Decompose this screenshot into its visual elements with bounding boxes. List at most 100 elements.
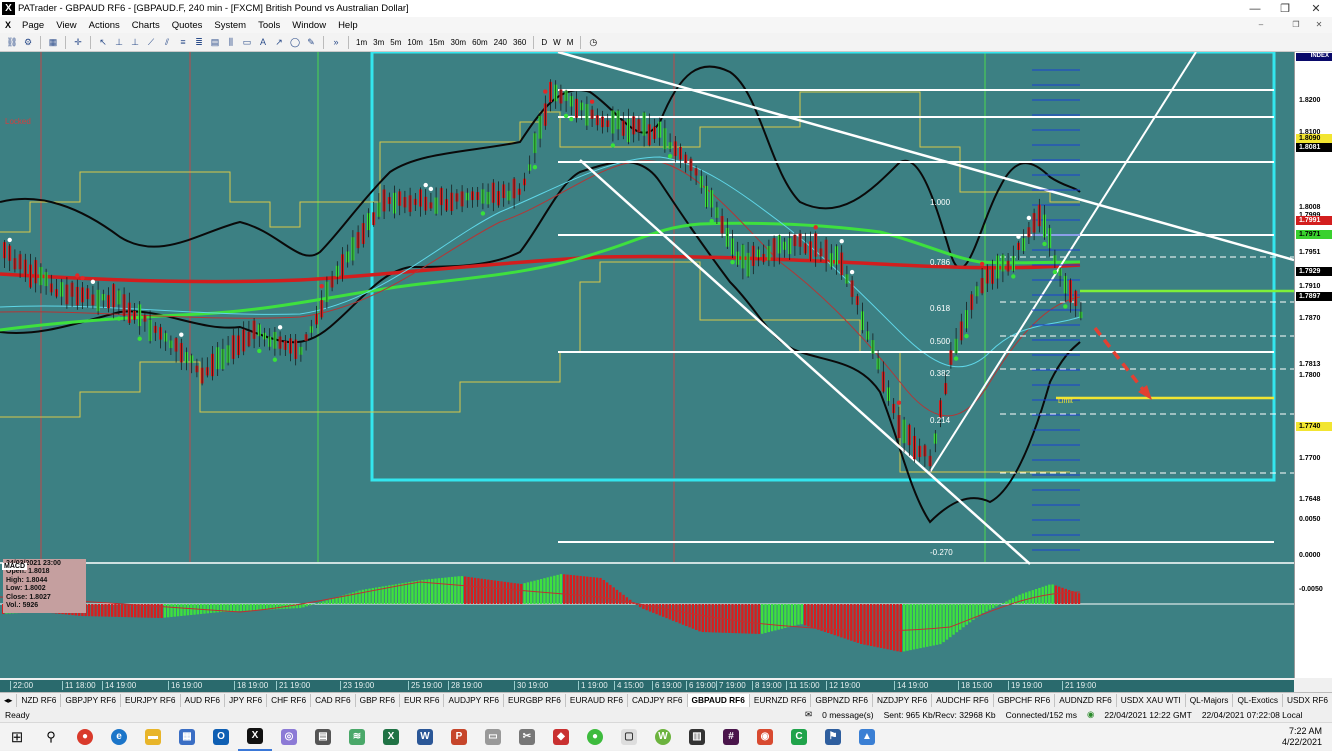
taskbar-app-chart[interactable]: ▥ bbox=[680, 723, 714, 751]
fib-tool-icon[interactable]: ≡ bbox=[176, 35, 190, 49]
mdi-close-button[interactable]: ✕ bbox=[1308, 18, 1330, 31]
hline-tool-icon[interactable]: ⊥ bbox=[112, 35, 126, 49]
search-button[interactable]: ⚲ bbox=[34, 723, 68, 751]
taskbar-app-white[interactable]: ▢ bbox=[612, 723, 646, 751]
gann-tool-icon[interactable]: ▤ bbox=[208, 35, 222, 49]
symbol-tab[interactable]: GBPAUD RF6 bbox=[688, 694, 750, 707]
timeframe-360[interactable]: 360 bbox=[510, 38, 529, 47]
crosshair-icon[interactable]: ✛ bbox=[71, 35, 85, 49]
symbol-tab[interactable]: JPY RF6 bbox=[225, 694, 267, 707]
taskbar-app-purple[interactable]: ◎ bbox=[272, 723, 306, 751]
taskbar-snip[interactable]: ✂ bbox=[510, 723, 544, 751]
vline-tool-icon[interactable]: ⊥ bbox=[128, 35, 142, 49]
rectangle-tool-icon[interactable]: ▭ bbox=[240, 35, 254, 49]
symbol-tab[interactable]: AUD RF6 bbox=[181, 694, 226, 707]
messages-icon[interactable]: ✉ bbox=[800, 709, 817, 720]
symbol-tab[interactable]: GBP RF6 bbox=[356, 694, 400, 707]
menu-window[interactable]: Window bbox=[286, 20, 332, 31]
symbol-tab[interactable]: GBPCHF RF6 bbox=[994, 694, 1056, 707]
symbol-tab[interactable]: USDX RF6 bbox=[1283, 694, 1332, 707]
chart-canvas[interactable]: Locked 1.000 0.786 0.618 0.500 0.382 0.2… bbox=[0, 52, 1332, 678]
fib-ext-tool-icon[interactable]: ≣ bbox=[192, 35, 206, 49]
symbol-tab[interactable]: AUDJPY RF6 bbox=[444, 694, 504, 707]
menu-system[interactable]: System bbox=[208, 20, 252, 31]
symbol-tab[interactable]: CHF RF6 bbox=[267, 694, 311, 707]
period-weekly[interactable]: W bbox=[550, 38, 564, 47]
delete-drawing-icon[interactable]: ✎ bbox=[304, 35, 318, 49]
menu-view[interactable]: View bbox=[50, 20, 82, 31]
taskbar-app-green[interactable]: ≋ bbox=[340, 723, 374, 751]
taskbar-app-photo[interactable]: ▲ bbox=[850, 723, 884, 751]
taskbar-patrader[interactable]: X bbox=[238, 723, 272, 751]
symbol-tab[interactable]: AUDNZD RF6 bbox=[1055, 694, 1117, 707]
symbol-tab[interactable]: GBPJPY RF6 bbox=[61, 694, 121, 707]
text-tool-icon[interactable]: A bbox=[256, 35, 270, 49]
timeframe-15m[interactable]: 15m bbox=[426, 38, 448, 47]
taskbar-slack[interactable]: # bbox=[714, 723, 748, 751]
symbol-tab[interactable]: EURAUD RF6 bbox=[566, 694, 628, 707]
menu-help[interactable]: Help bbox=[332, 20, 364, 31]
timeframe-30m[interactable]: 30m bbox=[448, 38, 470, 47]
mdi-restore-button[interactable]: ❐ bbox=[1285, 18, 1307, 31]
menu-quotes[interactable]: Quotes bbox=[166, 20, 209, 31]
timeframe-10m[interactable]: 10m bbox=[404, 38, 426, 47]
menu-page[interactable]: Page bbox=[16, 20, 50, 31]
time-axis[interactable]: 22:0011 18:0014 19:0016 19:0018 19:0021 … bbox=[0, 680, 1294, 692]
taskbar-calculator[interactable]: ▤ bbox=[306, 723, 340, 751]
symbol-tab[interactable]: NZDJPY RF6 bbox=[873, 694, 932, 707]
arrow-tool-icon[interactable]: ↗ bbox=[272, 35, 286, 49]
taskbar-notepad[interactable]: ▭ bbox=[476, 723, 510, 751]
taskbar-excel[interactable]: X bbox=[374, 723, 408, 751]
pointer-icon[interactable]: ↖ bbox=[96, 35, 110, 49]
taskbar-app-flag[interactable]: ⚑ bbox=[816, 723, 850, 751]
price-chart-svg[interactable] bbox=[0, 52, 1294, 678]
taskbar-store[interactable]: ▦ bbox=[170, 723, 204, 751]
symbol-tab[interactable]: CAD RF6 bbox=[311, 694, 356, 707]
close-button[interactable]: ✕ bbox=[1301, 0, 1331, 17]
symbol-tab[interactable]: NZD RF6 bbox=[17, 694, 61, 707]
channel-tool-icon[interactable]: ⫽ bbox=[160, 35, 174, 49]
menu-actions[interactable]: Actions bbox=[83, 20, 126, 31]
taskbar-app-red[interactable]: ◆ bbox=[544, 723, 578, 751]
status-messages[interactable]: 0 message(s) bbox=[817, 710, 879, 720]
period-daily[interactable]: D bbox=[538, 38, 550, 47]
symbol-tab[interactable]: EURJPY RF6 bbox=[121, 694, 181, 707]
symbol-tab[interactable]: USDX XAU WTI bbox=[1117, 694, 1186, 707]
taskbar-app-green2[interactable]: ● bbox=[578, 723, 612, 751]
menu-tools[interactable]: Tools bbox=[252, 20, 286, 31]
timeframe-3m[interactable]: 3m bbox=[370, 38, 387, 47]
minimize-button[interactable]: — bbox=[1240, 0, 1270, 17]
taskbar-word[interactable]: W bbox=[408, 723, 442, 751]
symbol-tab[interactable]: EURGBP RF6 bbox=[504, 694, 566, 707]
menu-charts[interactable]: Charts bbox=[126, 20, 166, 31]
cycle-tool-icon[interactable]: ⫼ bbox=[224, 35, 238, 49]
taskbar-chrome[interactable]: ● bbox=[68, 723, 102, 751]
symbol-tab[interactable]: CADJPY RF6 bbox=[628, 694, 688, 707]
support-trendline[interactable] bbox=[580, 160, 1030, 564]
connect-icon[interactable]: ⛓ bbox=[5, 35, 19, 49]
symbol-tab[interactable]: GBPNZD RF6 bbox=[811, 694, 873, 707]
trendline-tool-icon[interactable]: ⟋ bbox=[144, 35, 158, 49]
ellipse-tool-icon[interactable]: ◯ bbox=[288, 35, 302, 49]
disconnect-icon[interactable]: ⚙ bbox=[21, 35, 35, 49]
taskbar-edge[interactable]: e bbox=[102, 723, 136, 751]
more-tools-icon[interactable]: » bbox=[329, 35, 343, 49]
symbol-tab[interactable]: QL-Exotics bbox=[1233, 694, 1283, 707]
symbol-tab[interactable]: EURNZD RF6 bbox=[750, 694, 812, 707]
taskbar-powerpoint[interactable]: P bbox=[442, 723, 476, 751]
timeframe-240[interactable]: 240 bbox=[491, 38, 510, 47]
symbol-tab[interactable]: EUR RF6 bbox=[400, 694, 445, 707]
taskbar-clock[interactable]: 7:22 AM 4/22/2021 bbox=[1282, 726, 1322, 748]
timeframe-1m[interactable]: 1m bbox=[353, 38, 370, 47]
tab-scroll-arrows-icon[interactable]: ◂▸ bbox=[0, 694, 17, 707]
app-menu-icon[interactable]: X bbox=[1, 18, 15, 32]
symbol-tab[interactable]: AUDCHF RF6 bbox=[932, 694, 994, 707]
taskbar-app-w[interactable]: W bbox=[646, 723, 680, 751]
symbol-tab[interactable]: QL-Majors bbox=[1186, 694, 1234, 707]
taskbar-app-camera[interactable]: ◉ bbox=[748, 723, 782, 751]
timeframe-5m[interactable]: 5m bbox=[387, 38, 404, 47]
taskbar-outlook[interactable]: O bbox=[204, 723, 238, 751]
maximize-button[interactable]: ❐ bbox=[1270, 0, 1300, 17]
timeframe-60m[interactable]: 60m bbox=[469, 38, 491, 47]
mdi-minimize-button[interactable]: – bbox=[1250, 18, 1272, 31]
